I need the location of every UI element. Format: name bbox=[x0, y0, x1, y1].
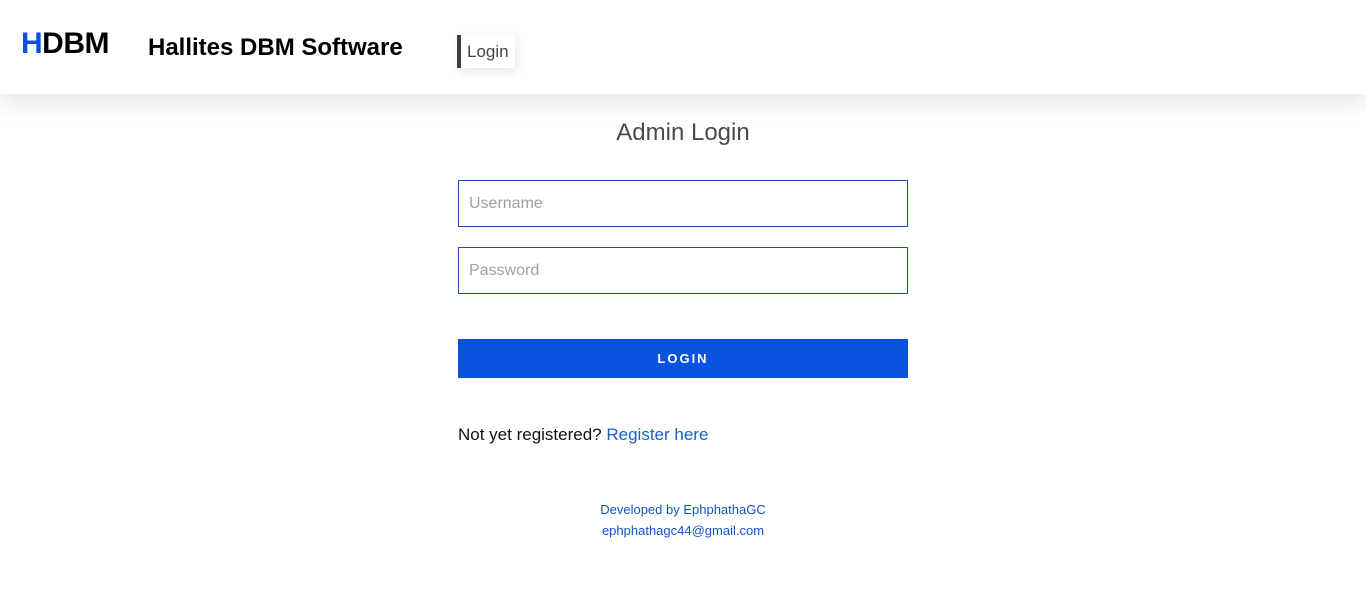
register-prompt-text: Not yet registered? bbox=[458, 425, 602, 444]
top-header: HDBM Hallites DBM Software Login bbox=[0, 0, 1366, 94]
developer-credit: Developed by EphphathaGC bbox=[600, 502, 766, 517]
brand-logo[interactable]: HDBM bbox=[21, 28, 109, 60]
footer: Developed by EphphathaGC ephphathagc44@g… bbox=[458, 499, 908, 541]
register-link[interactable]: Register here bbox=[606, 425, 708, 444]
app-title: Hallites DBM Software bbox=[148, 34, 403, 61]
logo-letters-dbm: DBM bbox=[42, 27, 109, 60]
username-input[interactable] bbox=[458, 180, 908, 227]
logo-letter-h: H bbox=[21, 27, 43, 60]
developer-email[interactable]: ephphathagc44@gmail.com bbox=[458, 520, 908, 541]
register-prompt-line: Not yet registered? Register here bbox=[458, 424, 708, 446]
nav-login-link[interactable]: Login bbox=[457, 35, 515, 68]
password-input[interactable] bbox=[458, 247, 908, 294]
page-title: Admin Login bbox=[616, 119, 750, 146]
login-button[interactable]: LOGIN bbox=[458, 339, 908, 378]
